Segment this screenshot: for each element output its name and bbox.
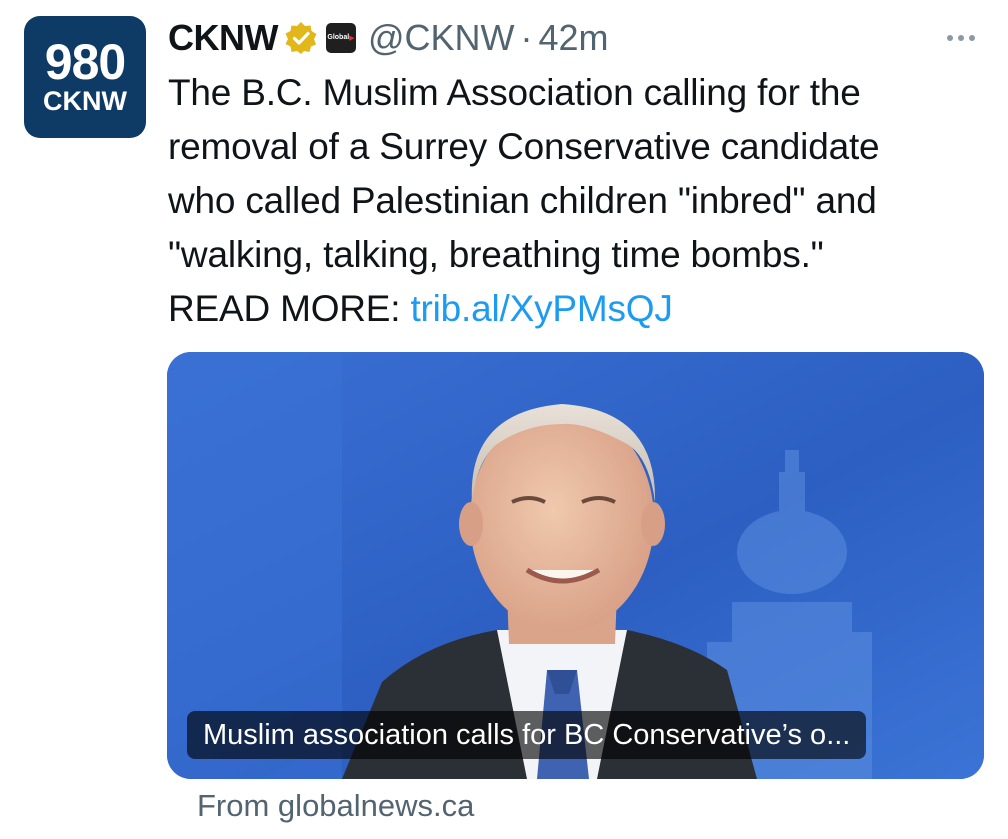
affiliate-arrow-icon: ▶	[349, 35, 355, 42]
user-handle[interactable]: @CKNW	[368, 17, 515, 59]
more-dot	[958, 35, 964, 41]
more-dot	[969, 35, 975, 41]
read-more-line: READ MORE: trib.al/XyPMsQJ	[168, 282, 988, 336]
affiliate-badge-text: Global	[327, 34, 350, 41]
more-dot	[947, 35, 953, 41]
separator-dot: ·	[520, 17, 533, 58]
tweet-text-line: "walking, talking, breathing time bombs.…	[168, 234, 824, 275]
global-news-affiliate-icon[interactable]: Global ▶	[325, 23, 356, 53]
avatar-station-name: CKNW	[43, 86, 127, 116]
avatar[interactable]: 980 CKNW	[24, 16, 146, 138]
card-source[interactable]: From globalnews.ca	[197, 788, 474, 824]
tweet-text-line: removal of a Surrey Conservative candida…	[168, 126, 880, 167]
more-options-icon[interactable]	[935, 26, 987, 50]
read-more-label: READ MORE:	[168, 288, 401, 329]
tweet[interactable]: 980 CKNW CKNW Global ▶ @CKNW · 42m The B.…	[0, 0, 1008, 839]
timestamp[interactable]: 42m	[539, 17, 609, 59]
tweet-text: The B.C. Muslim Association calling for …	[168, 66, 988, 336]
tweet-text-line: who called Palestinian children "inbred"…	[168, 180, 877, 221]
tweet-link[interactable]: trib.al/XyPMsQJ	[410, 288, 672, 329]
tweet-header: CKNW Global ▶ @CKNW · 42m	[168, 16, 609, 60]
tweet-text-line: The B.C. Muslim Association calling for …	[168, 72, 861, 113]
link-preview-card[interactable]: Muslim association calls for BC Conserva…	[167, 352, 984, 779]
avatar-number: 980	[44, 34, 126, 90]
card-caption: Muslim association calls for BC Conserva…	[187, 711, 867, 759]
display-name[interactable]: CKNW	[168, 17, 278, 59]
gold-verified-badge-icon[interactable]	[284, 21, 318, 55]
